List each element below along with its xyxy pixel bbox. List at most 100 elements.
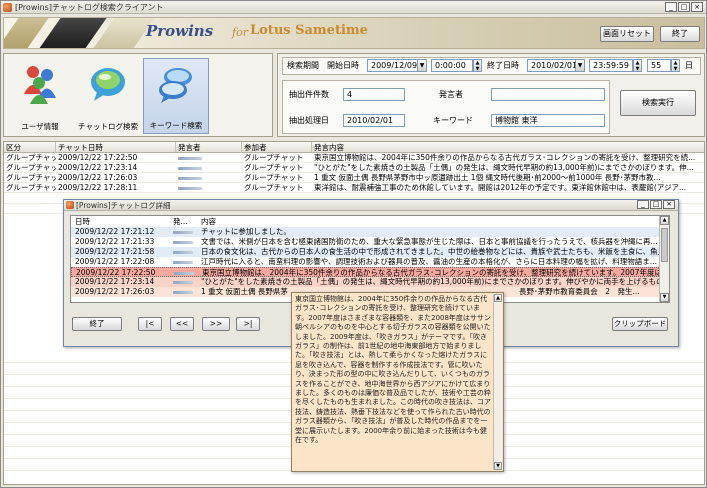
detail-header-datetime[interactable]: 日時: [73, 216, 147, 227]
table-row[interactable]: グループチャット 2009/12/22 17:28:11 グループチャット 東洋…: [4, 183, 704, 193]
end-date-field[interactable]: 2010/02/01 ▼: [527, 59, 585, 72]
detail-close-action-button[interactable]: 終了: [72, 317, 122, 331]
end-label: 終了日時: [487, 61, 519, 70]
popup-text: 東京国立博物館は、2004年に350件余りの作品からなる古代ガラス･コレクション…: [295, 295, 491, 445]
search-panel: 検索期間 開始日時 2009/12/09 ▼ 0:00:00 ▲ ▼ 終了日時 2…: [277, 53, 705, 137]
count-field[interactable]: 4: [343, 88, 405, 101]
header-kind[interactable]: 区分: [4, 142, 56, 153]
redacted-speaker: [173, 250, 193, 254]
end-time-spinner[interactable]: ▲ ▼: [633, 59, 642, 72]
period-label: 検索期間: [287, 61, 319, 70]
cell-datetime: 2009/12/22 17:23:14: [58, 163, 138, 172]
processed-field[interactable]: 2010/02/01: [343, 114, 405, 127]
redacted-speaker: [173, 230, 193, 234]
cell-participants: グループチャット: [244, 173, 304, 182]
cell-content: "ひとがた"をした素焼きの土製品「土偶」の発生は、縄文時代早期の約13,000年…: [314, 163, 694, 172]
detail-minimize-button[interactable]: _: [637, 200, 649, 209]
function-tiles: ユーザ情報 チャットログ検索 キーワード検索: [3, 53, 273, 137]
header-participants[interactable]: 参加者: [242, 142, 312, 153]
tile-user-info[interactable]: ユーザ情報: [7, 58, 73, 134]
maximize-button[interactable]: □: [678, 2, 690, 12]
detail-close-button[interactable]: ×: [663, 200, 675, 209]
cell-speaker: [176, 153, 242, 163]
start-time-spinner[interactable]: ▲ ▼: [473, 59, 482, 72]
table-row[interactable]: 2009/12/22 17:21:12 チャットに参加しました。: [71, 227, 659, 237]
tile-label: キーワード検索: [149, 121, 203, 130]
speaker-label: 発言者: [439, 90, 463, 99]
prev-page-button[interactable]: <<: [170, 317, 194, 331]
start-time-field[interactable]: 0:00:00: [431, 59, 473, 72]
header-content[interactable]: 発言内容: [312, 142, 704, 153]
table-row[interactable]: グループチャット 2009/12/22 17:23:14 グループチャット "ひ…: [4, 163, 704, 173]
scroll-down-icon[interactable]: ▼: [494, 462, 502, 470]
popup-scrollbar[interactable]: ▲ ▼: [493, 294, 502, 470]
search-run-button[interactable]: 検索実行: [620, 90, 696, 116]
table-row[interactable]: グループチャット 2009/12/22 17:22:50 グループチャット 東京…: [4, 153, 704, 163]
cell-content: 東京国立博物館は、2004年に350件余りの作品からなる古代ガラス･コレクション…: [314, 153, 696, 162]
cell-datetime: 2009/12/22 17:26:03: [58, 173, 138, 182]
table-row[interactable]: 2009/12/22 17:21:33 文書では、米側が日本を含む極東諸国防衛の…: [71, 237, 659, 247]
header-speaker[interactable]: 発言者: [176, 142, 242, 153]
cell-participants: グループチャット: [244, 183, 304, 192]
detail-cell-speaker: [171, 277, 197, 287]
detail-scrollbar[interactable]: ▲ ▼: [659, 216, 669, 302]
table-row[interactable]: 2009/12/22 17:23:14 "ひとがた"をした素焼きの土製品「土偶」…: [71, 277, 659, 287]
cell-kind: グループチャット: [6, 153, 56, 162]
reset-screen-button[interactable]: 画面リセット: [600, 26, 654, 42]
users-icon: [24, 66, 56, 104]
app-icon: [66, 201, 74, 209]
header-datetime[interactable]: チャット日時: [56, 142, 176, 153]
end-time-field[interactable]: 23:59:59: [589, 59, 633, 72]
table-row[interactable]: 2009/12/22 17:22:08 江戸時代に入ると、南蛮料理の影響や、調理…: [71, 257, 659, 267]
cell-speaker: [176, 163, 242, 173]
exit-button[interactable]: 終了: [660, 26, 700, 42]
tile-chat-search[interactable]: チャットログ検索: [75, 58, 141, 134]
detail-maximize-button[interactable]: □: [650, 200, 662, 209]
redacted-speaker: [178, 176, 202, 180]
close-button[interactable]: ×: [691, 2, 703, 12]
detail-cell-speaker: [171, 247, 197, 257]
minimize-button[interactable]: _: [665, 2, 677, 12]
table-row-selected[interactable]: 2009/12/22 17:22:50 東京国立博物館は、2004年に350件余…: [71, 267, 660, 277]
redacted-speaker: [173, 260, 193, 264]
keyword-label: キーワード: [433, 116, 473, 125]
brand-banner: Prowins for Lotus Sametime 画面リセット 終了: [3, 17, 705, 49]
tile-label: ユーザ情報: [21, 122, 59, 131]
detail-cell-datetime: 2009/12/22 17:21:33: [75, 237, 155, 246]
tile-keyword-search[interactable]: キーワード検索: [143, 58, 209, 134]
next-page-button[interactable]: >>: [202, 317, 230, 331]
first-page-button[interactable]: |<: [138, 317, 162, 331]
days-field[interactable]: 55: [647, 59, 671, 72]
table-row[interactable]: 2009/12/22 17:21:58 日本の食文化は、古代からの日本人の食生活…: [71, 247, 659, 257]
cell-participants: グループチャット: [244, 163, 304, 172]
cell-content: 東洋館は、耐震補強工事のため休館しています。開館は2012年の予定です。東洋館休…: [314, 183, 687, 192]
scroll-up-icon[interactable]: ▲: [660, 216, 669, 225]
product-name: Lotus Sametime: [250, 23, 368, 38]
detail-header-speaker[interactable]: 発...: [171, 216, 197, 227]
cell-kind: グループチャット: [6, 163, 56, 172]
scroll-thumb[interactable]: [661, 228, 668, 262]
tile-label: チャットログ検索: [78, 122, 138, 131]
scroll-down-icon[interactable]: ▼: [660, 293, 669, 302]
detail-cell-datetime: 2009/12/22 17:22:08: [75, 257, 155, 266]
days-spinner[interactable]: ▲ ▼: [671, 59, 680, 72]
keyword-field[interactable]: 博物館 東洋: [491, 114, 605, 127]
cell-kind: グループチャット: [6, 183, 56, 192]
chevron-down-icon[interactable]: ▼: [417, 60, 426, 71]
redacted-speaker: [174, 271, 194, 275]
cell-kind: グループチャット: [6, 173, 56, 182]
detail-cell-content: 江戸時代に入ると、南蛮料理の影響や、調理技術および器具の普及、醤油の生産の本格化…: [201, 257, 657, 266]
scroll-up-icon[interactable]: ▲: [494, 294, 502, 302]
start-label: 開始日時: [327, 61, 359, 70]
start-date-field[interactable]: 2009/12/09 ▼: [367, 59, 427, 72]
redacted-speaker: [178, 166, 202, 170]
table-row[interactable]: グループチャット 2009/12/22 17:26:03 グループチャット 1 …: [4, 173, 704, 183]
speaker-field[interactable]: [491, 88, 605, 101]
chevron-down-icon[interactable]: ▼: [575, 60, 584, 71]
clipboard-button[interactable]: クリップボード: [612, 317, 668, 331]
detail-header-content[interactable]: 内容: [199, 216, 319, 227]
detail-title-bar: [Prowins]チャットログ詳細 _ □ ×: [64, 200, 678, 211]
detail-cell-content-tail: 長野･茅野市教育委員会 2 発生...: [519, 287, 640, 296]
last-page-button[interactable]: >|: [236, 317, 260, 331]
detail-title: [Prowins]チャットログ詳細: [76, 201, 171, 210]
